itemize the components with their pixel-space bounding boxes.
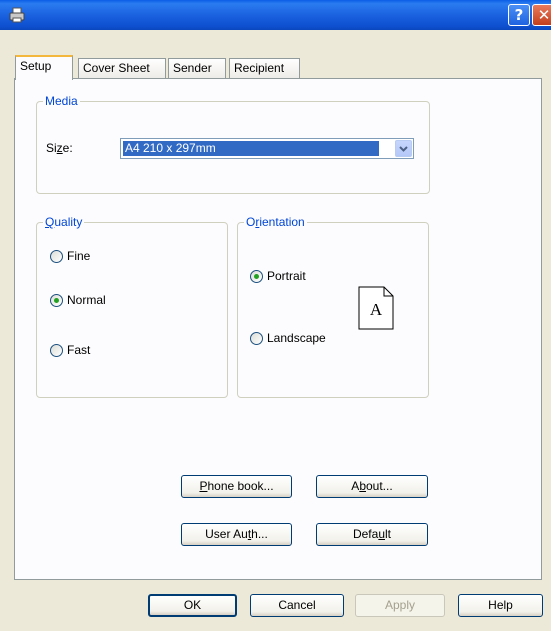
about-button[interactable]: About... bbox=[316, 475, 428, 498]
close-button[interactable]: ✕ bbox=[532, 4, 551, 26]
orientation-group-title: Orientation bbox=[244, 215, 307, 229]
tab-sender-label: Sender bbox=[173, 61, 212, 75]
tab-cover-sheet-label: Cover Sheet bbox=[83, 61, 150, 75]
fine-radio[interactable] bbox=[50, 250, 63, 263]
title-bar: ? ✕ bbox=[0, 0, 551, 30]
landscape-label: Landscape bbox=[267, 331, 326, 345]
tab-setup[interactable]: Setup bbox=[15, 55, 73, 80]
media-group-title: Media bbox=[43, 94, 80, 108]
tab-sender[interactable]: Sender bbox=[168, 58, 226, 79]
orientation-group: Orientation bbox=[237, 215, 429, 398]
normal-radio[interactable] bbox=[50, 294, 63, 307]
ok-button[interactable]: OK bbox=[148, 594, 237, 617]
tab-recipient-label: Recipient bbox=[234, 61, 285, 75]
cancel-button[interactable]: Cancel bbox=[250, 594, 344, 617]
help-button[interactable]: Help bbox=[458, 594, 543, 617]
portrait-radio[interactable] bbox=[250, 270, 263, 283]
tab-cover-sheet[interactable]: Cover Sheet bbox=[78, 58, 166, 79]
printer-icon bbox=[9, 7, 25, 23]
portrait-label: Portrait bbox=[267, 269, 306, 283]
fast-radio[interactable] bbox=[50, 344, 63, 357]
help-icon: ? bbox=[514, 6, 524, 24]
chevron-down-icon bbox=[399, 146, 408, 152]
size-selected-value: A4 210 x 297mm bbox=[123, 141, 379, 156]
normal-label: Normal bbox=[67, 293, 106, 307]
phone-book-button[interactable]: Phone book... bbox=[181, 475, 292, 498]
tab-recipient[interactable]: Recipient bbox=[229, 58, 300, 79]
tab-setup-label: Setup bbox=[20, 59, 52, 73]
portrait-page-icon: A bbox=[358, 286, 394, 330]
close-icon: ✕ bbox=[537, 6, 551, 24]
size-select[interactable]: A4 210 x 297mm bbox=[120, 138, 414, 159]
quality-group-title: Quality bbox=[43, 215, 85, 229]
page-letter: A bbox=[369, 300, 383, 319]
help-title-button[interactable]: ? bbox=[508, 4, 530, 26]
apply-button: Apply bbox=[355, 594, 445, 617]
landscape-radio[interactable] bbox=[250, 332, 263, 345]
fast-label: Fast bbox=[67, 343, 91, 357]
quality-group: Quality bbox=[36, 215, 228, 398]
user-auth-button[interactable]: User Auth... bbox=[181, 523, 292, 546]
dropdown-arrow-button[interactable] bbox=[395, 140, 412, 157]
default-button[interactable]: Default bbox=[316, 523, 428, 546]
size-label: Size: bbox=[46, 141, 73, 155]
fine-label: Fine bbox=[67, 249, 91, 263]
